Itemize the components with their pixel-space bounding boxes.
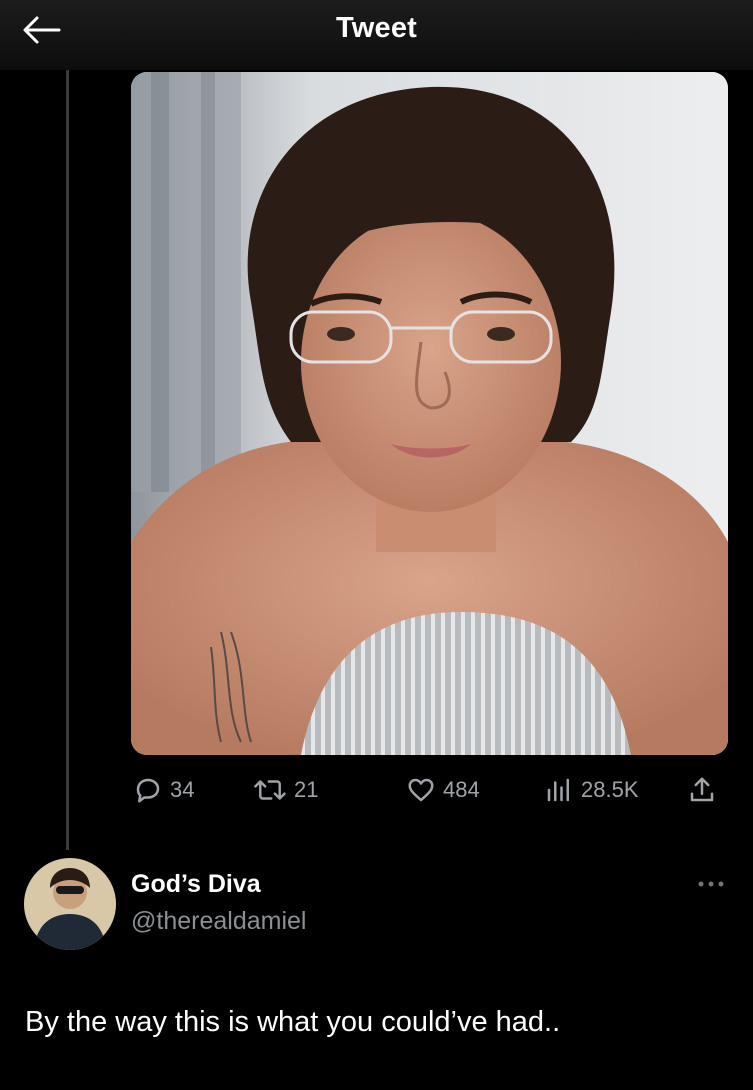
- share-icon: [690, 777, 714, 802]
- share-button[interactable]: [687, 770, 717, 810]
- author-handle[interactable]: @therealdamiel: [131, 907, 306, 936]
- tweet-photo[interactable]: [131, 72, 728, 755]
- tweet-text: By the way this is what you could’ve had…: [25, 1006, 561, 1038]
- heart-icon: [408, 778, 434, 802]
- views-button[interactable]: 28.5K: [544, 770, 639, 810]
- like-button[interactable]: 484: [406, 770, 480, 810]
- reply-count: 34: [170, 777, 195, 802]
- reply-button[interactable]: 34: [133, 770, 194, 810]
- retweet-button[interactable]: 21: [253, 770, 318, 810]
- retweet-icon: [254, 780, 286, 800]
- avatar-image: [24, 858, 116, 950]
- author-display-name[interactable]: God’s Diva: [131, 870, 261, 899]
- thread-connector-line: [66, 70, 69, 850]
- more-options-button[interactable]: [693, 872, 729, 896]
- retweet-count: 21: [294, 777, 319, 802]
- like-count: 484: [443, 777, 480, 802]
- more-horizontal-icon: [698, 881, 724, 887]
- photo-image: [131, 72, 728, 755]
- page-title: Tweet: [335, 12, 418, 44]
- top-bar: Tweet: [0, 0, 753, 70]
- avatar[interactable]: [24, 858, 116, 950]
- views-count: 28.5K: [581, 777, 639, 802]
- views-icon: [547, 778, 569, 802]
- tweet-action-bar: 34 21 484 28.5K: [131, 770, 731, 810]
- reply-icon: [136, 778, 160, 803]
